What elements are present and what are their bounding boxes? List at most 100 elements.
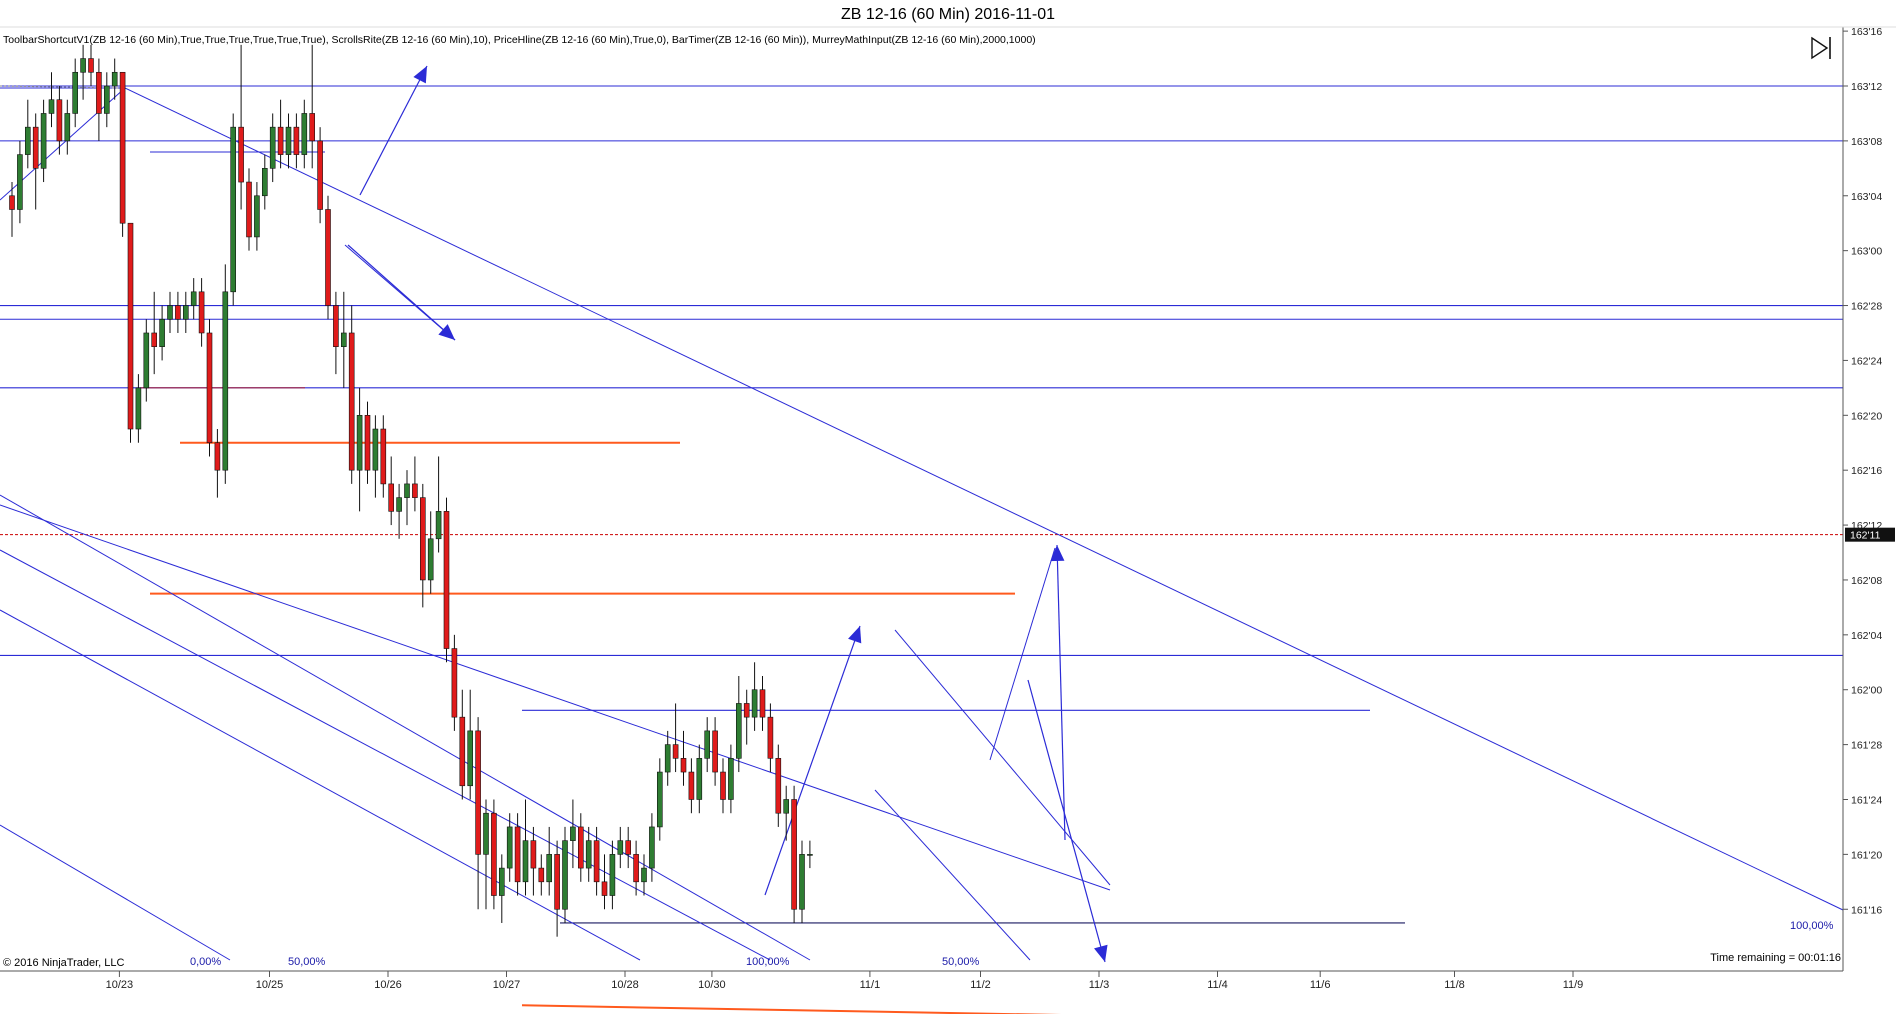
candle-body — [333, 305, 339, 347]
arrow-head — [848, 626, 862, 644]
candle-body — [443, 511, 450, 649]
candle-body — [633, 854, 639, 883]
arrow-head — [438, 324, 455, 340]
arrow-head — [1050, 545, 1065, 562]
candle-body — [601, 881, 608, 896]
y-tick-label: 163'04 — [1851, 191, 1882, 203]
candle-body — [712, 730, 718, 773]
trend-line — [124, 87, 1844, 911]
candle-body — [656, 771, 663, 828]
candle-body — [688, 771, 695, 800]
candle-body — [151, 332, 157, 347]
candle-body — [799, 854, 805, 910]
candle-body — [48, 99, 55, 114]
trend-line — [989, 547, 1056, 761]
candle-body — [388, 483, 395, 512]
y-tick-label: 162'28 — [1851, 301, 1882, 313]
candle-body — [17, 154, 23, 210]
x-tick-label: 11/6 — [1310, 979, 1331, 991]
y-tick-label: 162'00 — [1851, 685, 1882, 697]
candle-body — [451, 648, 458, 718]
candle-body — [135, 387, 142, 430]
candle-body — [9, 195, 15, 210]
percent-label: 100,00% — [746, 956, 790, 968]
candle-body — [175, 305, 181, 320]
candle-body — [704, 730, 711, 759]
indicator-list: ToolbarShortcutV1(ZB 12-16 (60 Min),True… — [3, 34, 1036, 46]
candle-body — [538, 867, 545, 883]
x-tick-label: 11/2 — [970, 979, 991, 991]
arrow-shaft — [1027, 679, 1106, 963]
candle-body — [435, 511, 442, 540]
candle-body — [506, 826, 513, 869]
y-tick-label: 161'20 — [1851, 849, 1882, 861]
x-tick-label: 11/4 — [1207, 979, 1228, 991]
candle-body — [285, 126, 292, 155]
candle-body — [459, 716, 466, 787]
candle-body — [498, 867, 505, 896]
time-remaining-text: Time remaining = 00:01:16 — [1710, 952, 1841, 964]
candle-body — [198, 291, 205, 334]
candle-body — [325, 209, 331, 306]
candle-body — [80, 58, 86, 73]
candle-body — [214, 442, 221, 471]
x-tick-label: 10/27 — [493, 979, 521, 991]
candle-body — [514, 826, 521, 883]
y-tick-label: 163'12 — [1851, 81, 1882, 93]
candle-body — [72, 71, 78, 114]
candle-body — [546, 854, 553, 883]
y-tick-label: 163'16 — [1851, 26, 1882, 38]
candle-body — [396, 497, 402, 512]
candle-body — [554, 854, 560, 910]
candle-body — [404, 483, 410, 498]
candle-body — [309, 113, 316, 142]
x-tick-label: 10/28 — [611, 979, 639, 991]
y-tick-label: 162'04 — [1851, 630, 1882, 642]
chart-title: ZB 12-16 (60 Min) 2016-11-01 — [841, 6, 1055, 23]
candle-body — [562, 840, 568, 910]
candle-body — [649, 826, 655, 869]
axis-layer: 165'16165'12165'08165'04165'00164'28164'… — [0, 26, 1896, 991]
candle-body — [183, 305, 189, 320]
y-tick-label: 162'20 — [1851, 410, 1882, 422]
y-tick-label: 163'08 — [1851, 136, 1882, 148]
candle-body — [238, 126, 244, 183]
candle-body — [372, 428, 379, 471]
price-chart[interactable]: 165'16165'12165'08165'04165'00164'28164'… — [0, 0, 1896, 1019]
candle-body — [609, 854, 616, 896]
x-tick-label: 11/9 — [1563, 979, 1584, 991]
candle-body — [530, 840, 537, 869]
arrow-shaft — [1056, 544, 1066, 841]
candle-body — [483, 812, 489, 855]
candle-body — [720, 771, 726, 800]
candle-body — [206, 332, 213, 444]
candle-body — [293, 126, 300, 155]
candle-body — [64, 113, 71, 142]
candle-body — [751, 689, 758, 718]
scroll-to-end-icon[interactable] — [1808, 36, 1832, 60]
candle-body — [104, 85, 110, 114]
candle-body — [775, 758, 782, 814]
candle-body — [159, 318, 165, 347]
arrow-shaft — [347, 244, 456, 341]
arrow-shaft — [359, 65, 428, 196]
candle-body — [767, 716, 774, 759]
candle-body — [301, 113, 308, 155]
y-tick-label: 163'00 — [1851, 246, 1882, 258]
orange-level-line — [521, 1004, 1286, 1019]
x-tick-label: 10/25 — [256, 979, 284, 991]
candle-body — [728, 758, 734, 800]
candle-body — [680, 758, 687, 773]
candle-body — [412, 483, 418, 498]
candle-body — [577, 826, 584, 869]
candle-body — [427, 538, 434, 581]
candle-body — [759, 689, 766, 718]
copyright-text: © 2016 NinjaTrader, LLC — [3, 957, 124, 969]
candle-body — [475, 730, 481, 855]
trend-line — [0, 609, 641, 961]
percent-label: 50,00% — [942, 956, 980, 968]
candle-body — [617, 840, 624, 855]
candle-body — [88, 58, 94, 73]
candle-body — [625, 840, 632, 855]
candle-body — [467, 730, 474, 787]
